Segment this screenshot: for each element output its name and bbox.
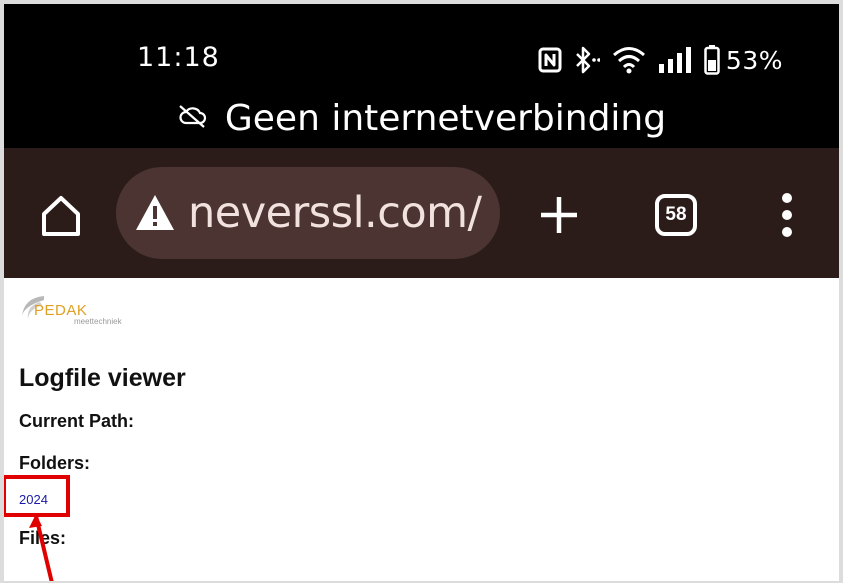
home-button[interactable] (36, 190, 86, 240)
plus-icon (541, 197, 577, 233)
page-title: Logfile viewer (19, 364, 186, 392)
tab-switcher-button[interactable]: 58 (654, 193, 698, 237)
tab-count: 58 (665, 204, 687, 225)
status-bar: 11:18 53% (4, 4, 839, 88)
annotation-arrow (29, 514, 54, 583)
home-icon (42, 196, 80, 236)
warning-icon[interactable] (134, 192, 176, 234)
more-vert-icon (782, 193, 792, 237)
bluetooth-icon (574, 46, 600, 74)
battery-percent: 53% (725, 45, 783, 75)
nfc-icon (538, 47, 562, 73)
pedak-logo: PEDAK meettechniek (18, 292, 138, 332)
logo-subtitle: meettechniek (74, 317, 122, 326)
cloud-off-icon (177, 103, 207, 134)
offline-text: Geen internetverbinding (224, 97, 667, 139)
url-text[interactable]: neverssl.com/ (188, 188, 482, 238)
offline-banner: Geen internetverbinding (4, 88, 839, 148)
new-tab-button[interactable] (538, 194, 580, 236)
browser-menu-button[interactable] (779, 191, 795, 239)
battery-icon (704, 45, 720, 75)
address-bar[interactable]: neverssl.com/ (116, 167, 500, 259)
wifi-icon (612, 46, 646, 74)
folders-label: Folders: (19, 453, 91, 473)
current-path-label: Current Path: (19, 411, 135, 431)
browser-toolbar: neverssl.com/ 58 (4, 148, 839, 278)
status-icons: 53% (538, 44, 783, 76)
page-content: PEDAK meettechniek Logfile viewer Curren… (4, 278, 839, 581)
signal-icon (658, 47, 692, 73)
status-time: 11:18 (137, 42, 220, 73)
annotation-highlight-box (2, 475, 70, 517)
